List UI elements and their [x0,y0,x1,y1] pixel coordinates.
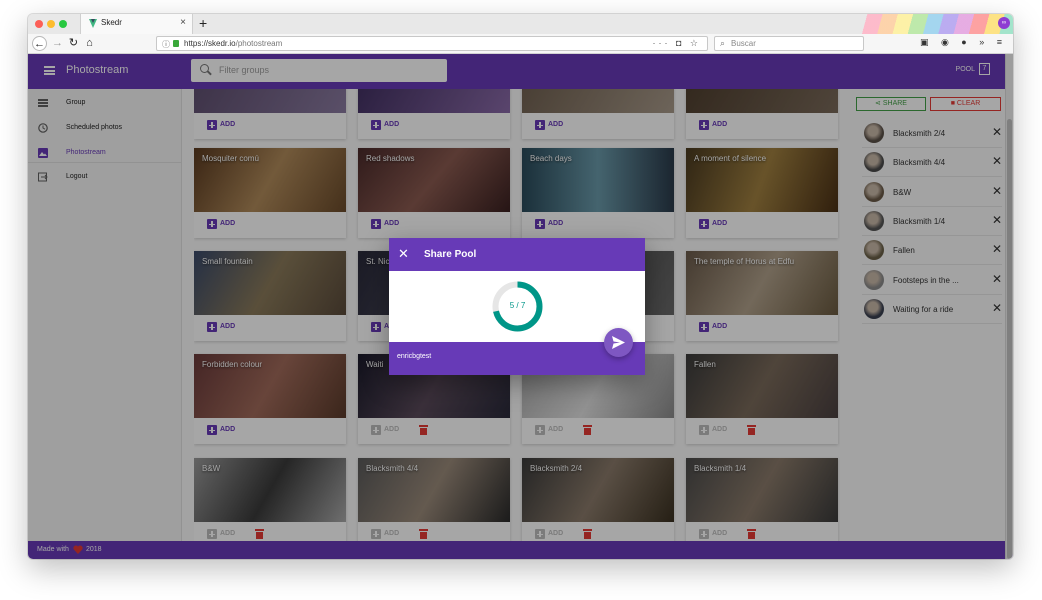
private-browsing-icon: ∞ [998,17,1010,29]
maximize-window-button[interactable] [59,20,67,28]
info-icon[interactable]: ⓘ [162,39,170,50]
send-button[interactable] [604,328,633,357]
send-icon [612,336,625,349]
navigation-bar: ← → ↻ ⌂ ⓘ https://skedr.io/photostream ·… [28,34,1013,54]
home-icon[interactable]: ⌂ [82,36,97,51]
back-arrow-icon[interactable]: ← [32,36,47,51]
search-icon: ⌕ [720,38,726,48]
reload-icon[interactable]: ↻ [66,36,81,51]
tab-title: Skedr [101,18,122,27]
tab-strip: Skedr × + ∞ [28,14,1013,54]
page-actions-icons[interactable]: ··· ◘ ☆ [653,38,702,49]
close-window-button[interactable] [35,20,43,28]
forward-arrow-icon[interactable]: → [50,36,65,51]
browser-window: Skedr × + ∞ ← → ↻ ⌂ ⓘ https://skedr.io/p… [28,14,1013,559]
lock-icon [173,40,179,47]
vue-logo-icon [89,19,97,28]
close-icon[interactable]: ✕ [398,246,409,262]
tab-close-icon[interactable]: × [180,17,186,29]
browser-tab[interactable]: Skedr × [80,14,193,34]
username-label: enricbgtest [397,353,432,360]
dialog-header: ✕ Share Pool [389,238,645,271]
extension-icons[interactable]: ▣ ◉ ● » ≡ [920,37,1007,48]
dialog-title: Share Pool [424,249,477,260]
dialog-body: 5 / 7 [389,271,645,342]
browser-search-placeholder: Buscar [731,39,756,48]
address-bar[interactable]: ⓘ https://skedr.io/photostream ··· ◘ ☆ [156,36,708,51]
progress-text: 5 / 7 [509,301,526,310]
new-tab-button[interactable]: + [199,15,207,31]
url-text[interactable]: https://skedr.io/photostream [184,39,282,48]
share-pool-dialog: ✕ Share Pool 5 / 7 enricbgtest [389,238,645,375]
minimize-window-button[interactable] [47,20,55,28]
browser-search-input[interactable]: ⌕ Buscar [714,36,864,51]
